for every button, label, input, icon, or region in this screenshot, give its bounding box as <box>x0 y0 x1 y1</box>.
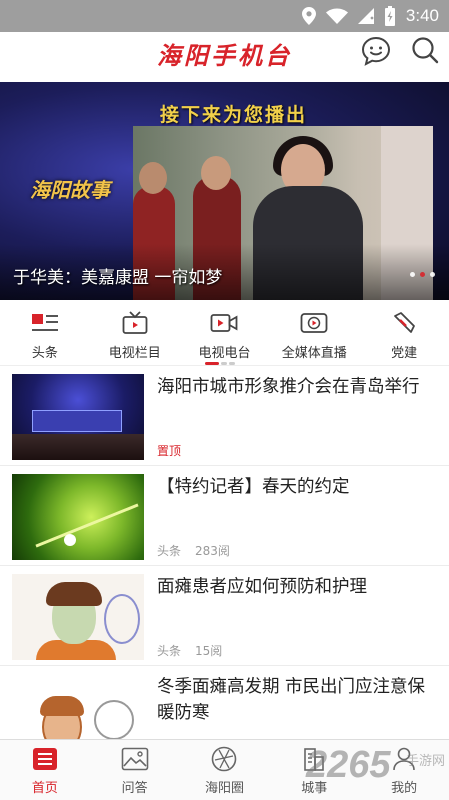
category-label: 电视电台 <box>198 346 251 361</box>
category-label: 电视栏目 <box>108 346 161 361</box>
news-thumbnail <box>12 374 144 460</box>
user-icon <box>393 747 415 771</box>
chat-icon[interactable] <box>361 36 391 66</box>
category-live[interactable]: 全媒体直播 <box>269 300 359 365</box>
news-item[interactable]: 海阳市城市形象推介会在青岛举行 置顶 <box>0 366 449 466</box>
signal-icon <box>357 8 374 24</box>
home-list-icon <box>32 748 57 770</box>
tab-label: 城事 <box>301 781 328 796</box>
carousel-dot[interactable] <box>410 272 415 277</box>
tab-city-events[interactable]: 城事 <box>274 740 354 800</box>
category-scroll-indicator <box>205 362 235 365</box>
tab-label: 问答 <box>121 781 148 796</box>
news-item[interactable]: 面瘫患者应如何预防和护理 头条 15阅 <box>0 566 449 666</box>
news-item[interactable]: 【特约记者】春天的约定 头条 283阅 <box>0 466 449 566</box>
banner-caption: 于华美：美嘉康盟 一帘如梦 <box>13 268 223 288</box>
tab-label: 海阳圈 <box>204 781 244 796</box>
news-tag: 头条 <box>157 544 182 558</box>
carousel-dot[interactable] <box>430 272 435 277</box>
banner-program-logo: 海阳故事 <box>30 178 110 202</box>
pinned-tag: 置顶 <box>157 444 182 458</box>
news-views: 283阅 <box>195 544 230 558</box>
image-icon <box>121 747 148 771</box>
tab-mine[interactable]: 我的 <box>364 740 444 800</box>
status-bar: 3:40 <box>0 0 449 32</box>
video-camera-icon <box>211 314 238 332</box>
wifi-icon <box>325 8 348 24</box>
tab-label: 我的 <box>391 781 418 796</box>
headline-icon <box>31 314 58 331</box>
status-time: 3:40 <box>405 6 439 25</box>
bottom-nav: 首页 问答 海阳圈 城事 我的 <box>0 739 449 800</box>
search-icon[interactable] <box>411 36 439 64</box>
news-thumbnail <box>12 474 144 560</box>
live-play-icon <box>300 313 328 333</box>
news-meta: 头条 283阅 <box>157 542 230 559</box>
news-meta: 置顶 <box>157 442 181 459</box>
news-title: 【特约记者】春天的约定 <box>157 477 350 497</box>
banner-carousel[interactable]: 接下来为您播出 海阳故事 于华美：美嘉康盟 一帘如梦 <box>0 82 449 300</box>
category-label: 党建 <box>391 346 418 361</box>
category-tv-programs[interactable]: 电视栏目 <box>90 300 180 365</box>
category-headline[interactable]: 头条 <box>0 300 90 365</box>
party-building-icon <box>394 312 415 333</box>
news-list: 海阳市城市形象推介会在青岛举行 置顶 【特约记者】春天的约定 头条 283阅 面瘫… <box>0 366 449 766</box>
tab-label: 首页 <box>31 781 58 796</box>
news-views: 15阅 <box>195 644 223 658</box>
news-title: 海阳市城市形象推介会在青岛举行 <box>157 377 420 397</box>
tab-qa[interactable]: 问答 <box>95 740 175 800</box>
tab-home[interactable]: 首页 <box>5 740 85 800</box>
category-label: 头条 <box>31 346 58 361</box>
tab-haiyang-circle[interactable]: 海阳圈 <box>184 740 264 800</box>
news-title: 冬季面瘫高发期 市民出门应注意保暖防寒 <box>157 677 426 723</box>
news-meta: 头条 15阅 <box>157 642 222 659</box>
news-tag: 头条 <box>157 644 182 658</box>
news-title: 面瘫患者应如何预防和护理 <box>157 577 367 597</box>
category-nav: 头条 电视栏目 电视电台 全媒体直播 党建 <box>0 300 449 366</box>
category-label: 全媒体直播 <box>281 346 347 361</box>
carousel-dot-active[interactable] <box>420 272 425 277</box>
city-icon <box>304 748 325 771</box>
battery-icon <box>384 6 395 26</box>
category-tv-radio[interactable]: 电视电台 <box>180 300 270 365</box>
circle-icon <box>212 746 237 772</box>
carousel-dots <box>410 272 435 277</box>
news-thumbnail <box>12 574 144 660</box>
tv-icon <box>122 311 148 334</box>
app-header: 海阳手机台 <box>0 32 449 82</box>
category-party[interactable]: 党建 <box>359 300 449 365</box>
banner-top-caption: 接下来为您播出 <box>160 104 308 126</box>
location-icon <box>301 7 316 25</box>
